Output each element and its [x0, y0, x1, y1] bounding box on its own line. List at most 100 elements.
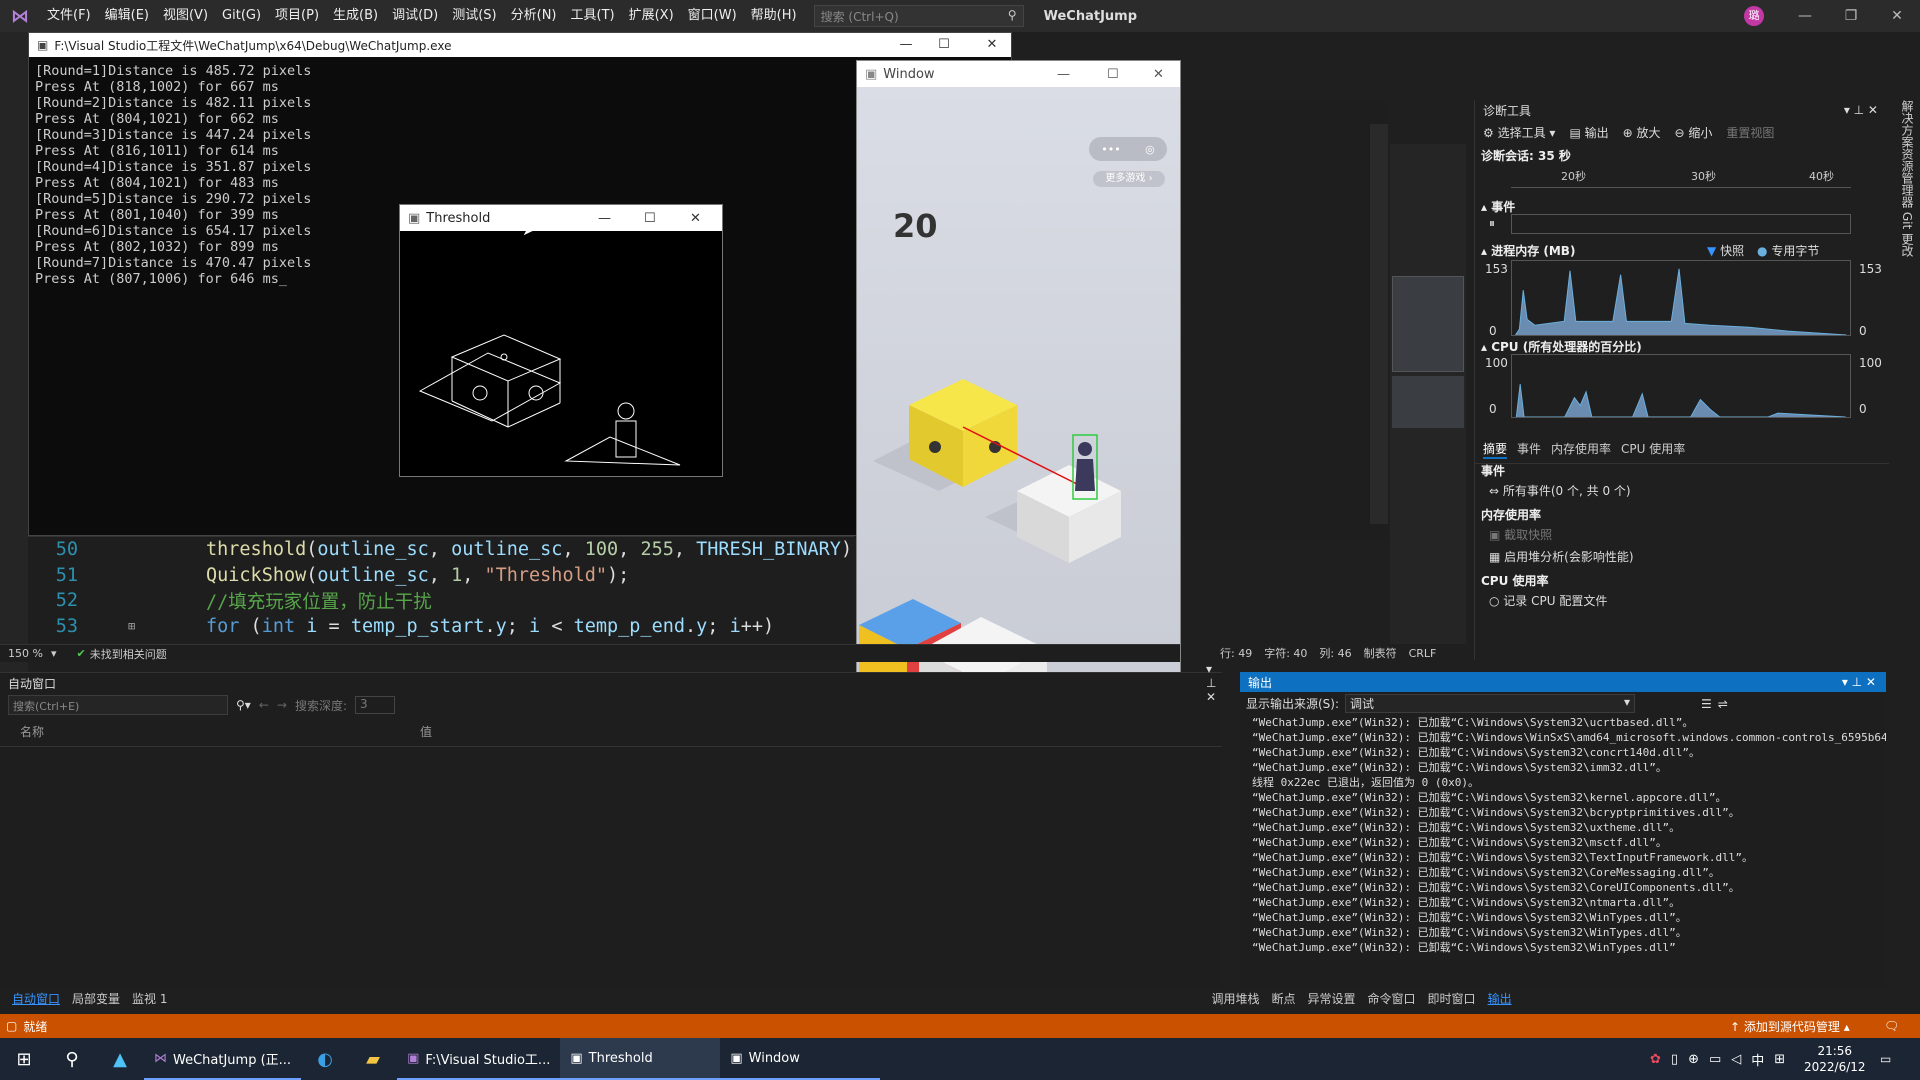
tab-breakpoints[interactable]: 断点	[1266, 990, 1302, 1007]
menu-tools[interactable]: 工具(T)	[564, 0, 622, 32]
game-close-button[interactable]: ✕	[1153, 67, 1164, 82]
column-header-value[interactable]: 值	[420, 723, 432, 740]
autos-titlebar[interactable]: 自动窗口 ▾ ⊥ ✕	[0, 662, 1222, 704]
tab-output[interactable]: 输出	[1482, 990, 1518, 1007]
game-maximize-button[interactable]: ☐	[1107, 67, 1119, 82]
tab-watch[interactable]: 监视 1	[126, 990, 173, 1007]
diagnostics-titlebar[interactable]: 诊断工具 ▾ ⊥ ✕	[1475, 100, 1888, 120]
taskbar-app-console[interactable]: ▣ F:\Visual Studio工...	[397, 1038, 561, 1080]
close-icon[interactable]: ▾ ⊥ ✕	[1844, 103, 1878, 117]
menu-git[interactable]: Git(G)	[215, 0, 268, 32]
code-minimap[interactable]	[1390, 144, 1466, 644]
code-line-52[interactable]: 52 //填充玩家位置，防止干扰	[28, 588, 854, 614]
record-cpu-button[interactable]: ○ 记录 CPU 配置文件	[1489, 592, 1607, 609]
notification-icon[interactable]: 🗨	[1884, 1019, 1899, 1033]
menu-view[interactable]: 视图(V)	[156, 0, 215, 32]
action-center-icon[interactable]: ▭	[1880, 1052, 1891, 1066]
battery-icon[interactable]: ▯	[1671, 1052, 1678, 1067]
issues-status[interactable]: 未找到相关问题	[90, 646, 167, 662]
console-titlebar[interactable]: ▣ F:\Visual Studio工程文件\WeChatJump\x64\De…	[29, 33, 1011, 57]
menu-build[interactable]: 生成(B)	[326, 0, 385, 32]
reset-view-button[interactable]: 重置视图	[1726, 124, 1774, 141]
menu-help[interactable]: 帮助(H)	[744, 0, 804, 32]
editor-scrollbar[interactable]	[1370, 124, 1388, 524]
threshold-close-button[interactable]: ✕	[690, 211, 701, 226]
zoom-in-button[interactable]: ⊕ 放大	[1623, 124, 1661, 141]
taskbar-app-threshold[interactable]: ▣ Threshold	[560, 1038, 721, 1080]
menu-analyze[interactable]: 分析(N)	[504, 0, 564, 32]
clear-all-icon[interactable]: ☰	[1701, 697, 1712, 711]
console-close-button[interactable]: ✕	[969, 33, 1015, 57]
back-arrow-icon[interactable]: ←	[259, 698, 269, 712]
tab-summary[interactable]: 摘要	[1483, 440, 1508, 459]
expand-icon[interactable]: ⊞	[128, 619, 135, 633]
row-indicator[interactable]: 行: 49	[1220, 645, 1252, 661]
restore-button[interactable]: ❐	[1828, 0, 1874, 32]
search-icon[interactable]: ⚲	[48, 1038, 96, 1080]
display-icon[interactable]: ▭	[1709, 1052, 1721, 1067]
tab-indicator[interactable]: 制表符	[1364, 645, 1397, 661]
tab-command-window[interactable]: 命令窗口	[1362, 990, 1422, 1007]
tab-memory[interactable]: 内存使用率	[1551, 440, 1611, 459]
minimize-button[interactable]: —	[1782, 0, 1828, 32]
close-button[interactable]: ✕	[1874, 0, 1920, 32]
threshold-minimize-button[interactable]: —	[598, 211, 611, 226]
forward-arrow-icon[interactable]: →	[277, 698, 287, 712]
taskbar-app-visual-studio[interactable]: ⋈ WeChatJump (正...	[144, 1038, 302, 1080]
tab-locals[interactable]: 局部变量	[66, 990, 126, 1007]
game-titlebar[interactable]: ▣ Window — ☐ ✕	[857, 61, 1180, 87]
tab-exception-settings[interactable]: 异常设置	[1302, 990, 1362, 1007]
source-control-button[interactable]: ↑ 添加到源代码管理 ▴	[1730, 1018, 1850, 1035]
menu-window[interactable]: 窗口(W)	[681, 0, 744, 32]
code-editor[interactable]: 50 threshold(outline_sc, outline_sc, 100…	[28, 536, 854, 642]
tab-events[interactable]: 事件	[1517, 440, 1541, 459]
threshold-titlebar[interactable]: ▣ Threshold — ☐ ✕	[400, 205, 722, 231]
output-source-select[interactable]: 调试 ▾	[1345, 694, 1636, 713]
tab-cpu[interactable]: CPU 使用率	[1621, 440, 1685, 459]
close-icon[interactable]: ▾ ⊥ ✕	[1206, 662, 1222, 704]
tab-immediate-window[interactable]: 即时窗口	[1422, 990, 1482, 1007]
timeline-ruler[interactable]: 20秒 30秒 40秒	[1511, 168, 1851, 188]
output-button[interactable]: ▤ 输出	[1569, 124, 1608, 141]
search-input[interactable]: 搜索 (Ctrl+Q) ⚲	[813, 5, 1024, 27]
menu-project[interactable]: 项目(P)	[268, 0, 326, 32]
visual-studio-logo-icon[interactable]: ⋈	[0, 0, 40, 32]
all-events-link[interactable]: ⇔ 所有事件(0 个, 共 0 个)	[1489, 482, 1631, 499]
word-wrap-icon[interactable]: ⇌	[1718, 697, 1728, 711]
threshold-window[interactable]: ▣ Threshold — ☐ ✕	[399, 204, 723, 477]
photos-icon[interactable]: ▲	[96, 1038, 144, 1080]
close-icon[interactable]: ▾ ⊥ ✕	[1842, 675, 1876, 689]
menu-edit[interactable]: 编辑(E)	[98, 0, 156, 32]
network-icon[interactable]: ⊕	[1688, 1052, 1699, 1067]
input-method[interactable]: 中	[1751, 1050, 1764, 1069]
char-indicator[interactable]: 字符: 40	[1264, 645, 1307, 661]
col-indicator[interactable]: 列: 46	[1319, 645, 1351, 661]
chevron-down-icon[interactable]: ▾	[51, 647, 57, 660]
tray-extra-icon[interactable]: ⊞	[1774, 1052, 1785, 1067]
console-maximize-button[interactable]: ☐	[921, 33, 967, 57]
memory-header[interactable]: ▴ 进程内存 (MB)	[1475, 240, 1581, 261]
tab-call-stack[interactable]: 调用堆栈	[1205, 990, 1265, 1007]
eol-indicator[interactable]: CRLF	[1409, 647, 1437, 660]
output-text[interactable]: “WeChatJump.exe”(Win32): 已加载“C:\Windows\…	[1240, 715, 1886, 965]
column-header-name[interactable]: 名称	[20, 723, 420, 740]
zoom-out-button[interactable]: ⊖ 缩小	[1675, 124, 1713, 141]
taskbar-app-window[interactable]: ▣ Window	[720, 1038, 881, 1080]
menu-debug[interactable]: 调试(D)	[385, 0, 445, 32]
code-line-53[interactable]: 53 ⊞ for (int i = temp_p_start.y; i < te…	[28, 614, 854, 640]
avatar[interactable]: 璐	[1744, 6, 1764, 26]
volume-icon[interactable]: ◁	[1731, 1052, 1741, 1067]
edge-icon[interactable]: ◐	[301, 1038, 349, 1080]
take-snapshot-button[interactable]: ▣ 截取快照	[1489, 526, 1552, 543]
zoom-level[interactable]: 150 %	[0, 647, 51, 660]
pause-icon[interactable]: ⏸	[1489, 216, 1495, 231]
code-line-51[interactable]: 51 QuickShow(outline_sc, 1, "Threshold")…	[28, 563, 854, 589]
tab-autos[interactable]: 自动窗口	[6, 990, 66, 1007]
side-tabs[interactable]: 解决方案资源管理器 Git 更改	[1892, 100, 1916, 320]
heap-profiling-button[interactable]: ▦ 启用堆分析(会影响性能)	[1489, 548, 1634, 565]
game-minimize-button[interactable]: —	[1057, 67, 1070, 82]
code-line-50[interactable]: 50 threshold(outline_sc, outline_sc, 100…	[28, 537, 854, 563]
threshold-maximize-button[interactable]: ☐	[644, 211, 656, 226]
windows-start-icon[interactable]: ⊞	[0, 1038, 48, 1080]
menu-test[interactable]: 测试(S)	[445, 0, 503, 32]
